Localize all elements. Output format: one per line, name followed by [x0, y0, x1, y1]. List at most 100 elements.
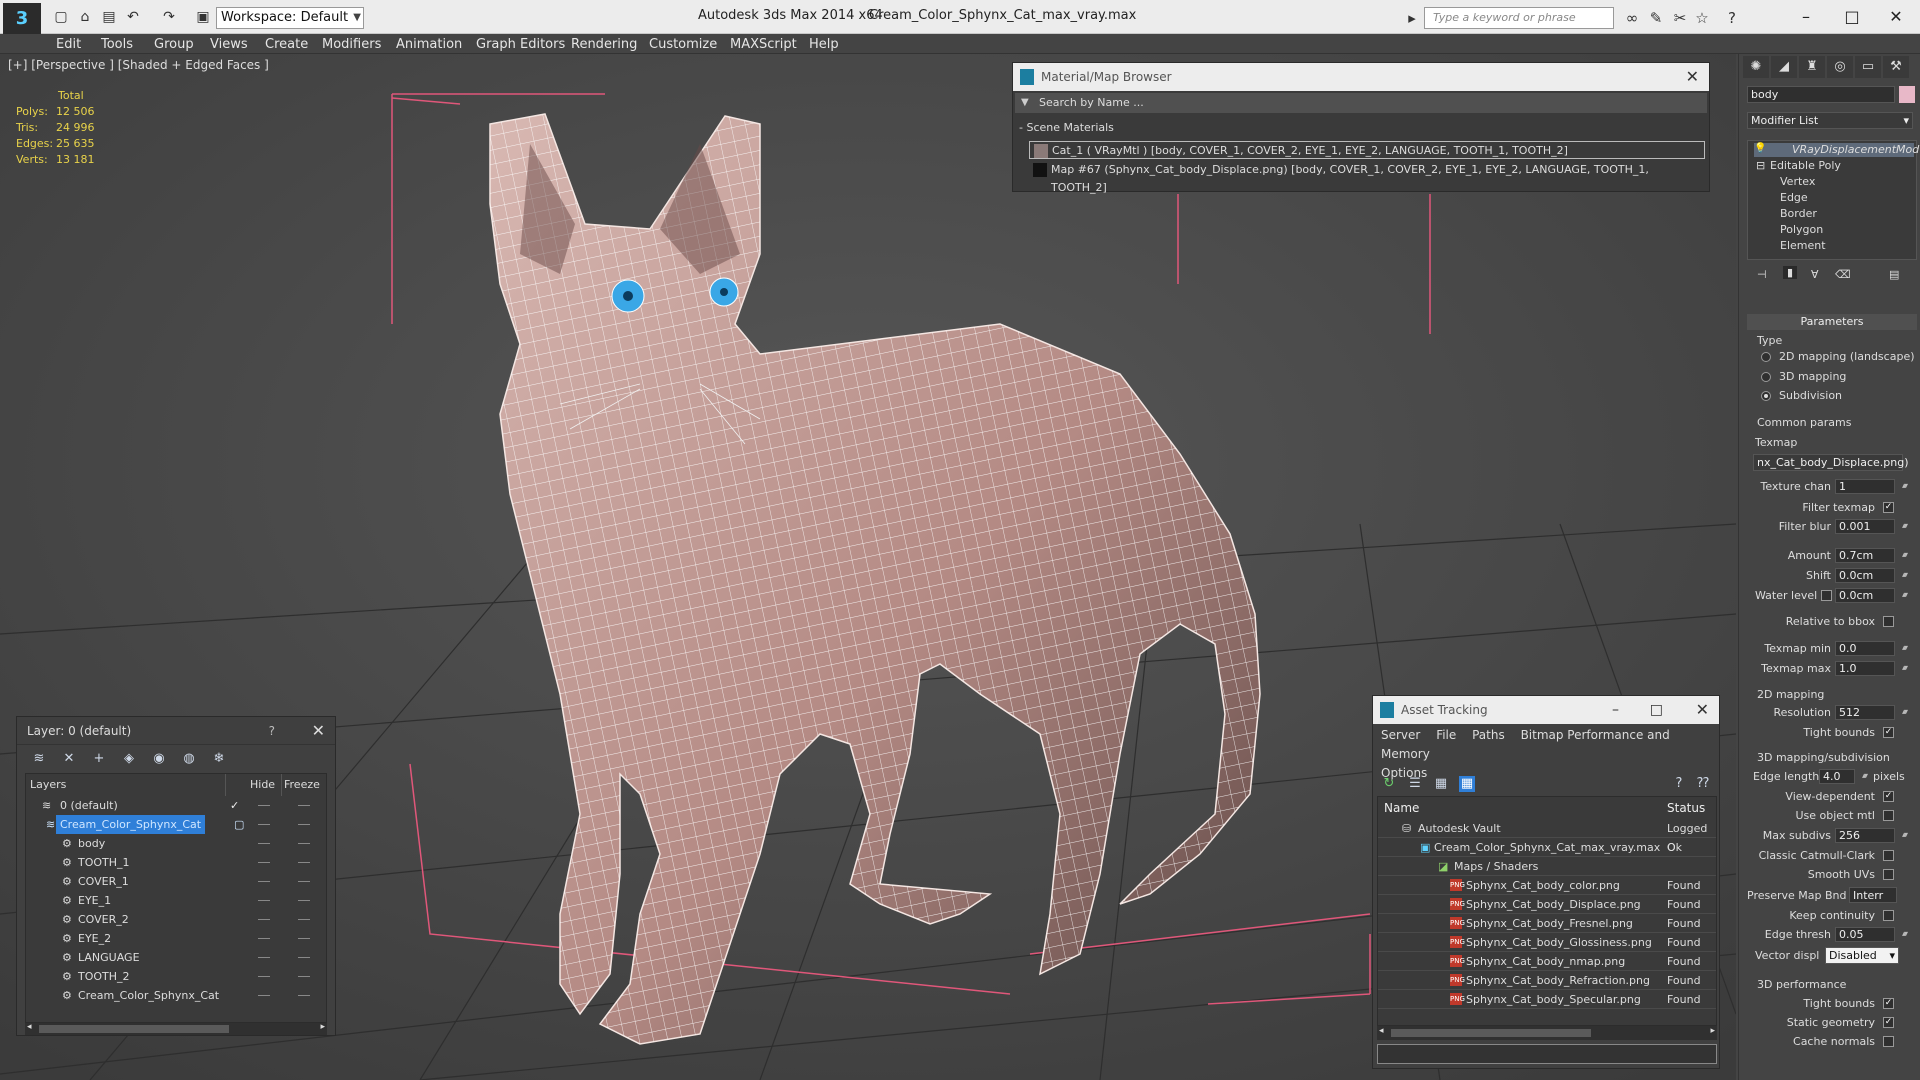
scroll-right-icon[interactable]: ▸: [320, 1022, 325, 1032]
show-end-result-icon[interactable]: ▮: [1783, 266, 1798, 279]
layer-row[interactable]: ⚙ body: [28, 834, 326, 853]
hide-toggle[interactable]: [258, 843, 270, 844]
scroll-left-icon[interactable]: ◂: [27, 1022, 32, 1032]
texmap-button[interactable]: nx_Cat_body_Displace.png): [1753, 454, 1909, 471]
close-icon[interactable]: ✕: [1686, 63, 1699, 91]
stack-item-polygon[interactable]: Polygon: [1780, 223, 1823, 236]
material-browser-titlebar[interactable]: Material/Map Browser ✕: [1013, 63, 1709, 91]
layer-row[interactable]: ⚙ Cream_Color_Sphynx_Cat: [28, 986, 326, 1005]
menu-rendering[interactable]: Rendering: [571, 37, 637, 52]
scene-materials-group[interactable]: - Scene Materials: [1019, 121, 1114, 134]
minimize-button[interactable]: –: [1612, 696, 1619, 724]
static-geometry-checkbox[interactable]: ✓: [1883, 1017, 1894, 1028]
water-level-spinner[interactable]: 0.0cm: [1835, 588, 1906, 603]
menu-modifiers[interactable]: Modifiers: [322, 37, 381, 52]
relative-bbox-checkbox[interactable]: [1883, 616, 1894, 627]
texture-chan-spinner[interactable]: 1: [1835, 479, 1906, 494]
freeze-all-icon[interactable]: ❄: [211, 751, 227, 767]
scrollbar-thumb[interactable]: [39, 1025, 229, 1033]
delete-layer-icon[interactable]: ✕: [61, 751, 77, 767]
workspace-dropdown[interactable]: Workspace: Default ▼: [216, 7, 364, 29]
stack-item-edge[interactable]: Edge: [1780, 191, 1808, 204]
texmap-min-spinner[interactable]: 0.0: [1835, 641, 1906, 656]
layer-row[interactable]: ≋ Cream_Color_Sphynx_Cat ▢: [28, 815, 326, 834]
freeze-toggle[interactable]: [298, 957, 310, 958]
menu-help[interactable]: Help: [809, 37, 839, 52]
tight-bounds-2-checkbox[interactable]: ✓: [1883, 998, 1894, 1009]
add-layer-icon[interactable]: +: [91, 751, 107, 767]
texmap-max-spinner[interactable]: 1.0: [1835, 661, 1906, 676]
close-icon[interactable]: ✕: [312, 717, 325, 745]
object-color-swatch[interactable]: [1899, 86, 1915, 103]
layer-row[interactable]: ⚙ EYE_1: [28, 891, 326, 910]
stack-item-vraydisplacementmod[interactable]: VRayDisplacementMod: [1754, 143, 1919, 157]
hide-toggle[interactable]: [258, 862, 270, 863]
cache-normals-checkbox[interactable]: [1883, 1036, 1894, 1047]
stack-item-vertex[interactable]: Vertex: [1780, 175, 1815, 188]
save-file-icon[interactable]: ▤: [100, 8, 118, 26]
binoculars-icon[interactable]: ∞: [1622, 8, 1642, 28]
refresh-icon[interactable]: ↻: [1381, 776, 1397, 792]
asset-row[interactable]: ◪ Maps / Shaders: [1378, 857, 1716, 876]
menu-tools[interactable]: Tools: [101, 37, 133, 52]
remove-modifier-icon[interactable]: ⌫: [1835, 268, 1851, 281]
vector-displ-dropdown[interactable]: Disabled ▾: [1825, 947, 1899, 964]
col-layers-header[interactable]: Layers: [30, 774, 226, 796]
open-file-icon[interactable]: ⌂: [76, 8, 94, 26]
layer-row[interactable]: ⚙ COVER_2: [28, 910, 326, 929]
menu-create[interactable]: Create: [265, 37, 308, 52]
filter-blur-spinner[interactable]: 0.001: [1835, 519, 1906, 534]
new-file-icon[interactable]: ▢: [52, 8, 70, 26]
material-list-item[interactable]: Cat_1 ( VRayMtl ) [body, COVER_1, COVER_…: [1029, 141, 1705, 159]
communication-icon[interactable]: ✎: [1646, 8, 1666, 28]
close-button[interactable]: ✕: [1874, 4, 1918, 30]
pin-stack-icon[interactable]: ⊣: [1757, 268, 1767, 281]
asset-row[interactable]: PNG Sphynx_Cat_body_nmap.png Found: [1378, 952, 1716, 971]
material-list-item[interactable]: Map #67 (Sphynx_Cat_body_Displace.png) […: [1029, 161, 1705, 194]
tight-bounds-checkbox[interactable]: ✓: [1883, 727, 1894, 738]
freeze-toggle[interactable]: [298, 843, 310, 844]
table-view-icon[interactable]: ▦: [1433, 776, 1449, 792]
layer-row[interactable]: ≋ 0 (default) ✓: [28, 796, 326, 815]
hide-toggle[interactable]: [258, 919, 270, 920]
freeze-toggle[interactable]: [298, 881, 310, 882]
help-icon[interactable]: ?: [1722, 8, 1742, 28]
list-view-icon[interactable]: ☰: [1407, 776, 1423, 792]
expand-icon[interactable]: ⊟: [1756, 159, 1765, 172]
maximize-button[interactable]: □: [1830, 4, 1874, 30]
make-unique-icon[interactable]: ∀: [1811, 268, 1819, 281]
col-hide-header[interactable]: Hide: [250, 774, 282, 796]
layer-row[interactable]: ⚙ LANGUAGE: [28, 948, 326, 967]
layer-row[interactable]: ⚙ TOOTH_2: [28, 967, 326, 986]
amount-spinner[interactable]: 0.7cm: [1835, 548, 1906, 563]
hide-toggle[interactable]: [258, 995, 270, 996]
layer-row[interactable]: ⚙ EYE_2: [28, 929, 326, 948]
asset-row[interactable]: PNG Sphynx_Cat_body_color.png Found: [1378, 876, 1716, 895]
maximize-button[interactable]: □: [1650, 696, 1663, 724]
undo-icon[interactable]: ↶: [124, 8, 142, 26]
scroll-left-icon[interactable]: ◂: [1379, 1026, 1384, 1036]
freeze-toggle[interactable]: [298, 976, 310, 977]
freeze-toggle[interactable]: [298, 805, 310, 806]
asset-row[interactable]: PNG Sphynx_Cat_body_Fresnel.png Found: [1378, 914, 1716, 933]
freeze-toggle[interactable]: [298, 919, 310, 920]
expand-arrow-icon[interactable]: ▸: [1402, 8, 1422, 28]
menu-customize[interactable]: Customize: [649, 37, 717, 52]
asset-row[interactable]: ⛁ Autodesk Vault Logged O: [1378, 819, 1716, 854]
classic-catmull-checkbox[interactable]: [1883, 850, 1894, 861]
hide-all-icon[interactable]: ◍: [181, 751, 197, 767]
search-input[interactable]: Type a keyword or phrase: [1424, 7, 1614, 29]
menu-animation[interactable]: Animation: [396, 37, 462, 52]
utilities-tab-icon[interactable]: ⚒: [1883, 56, 1909, 78]
keep-continuity-checkbox[interactable]: [1883, 910, 1894, 921]
motion-tab-icon[interactable]: ◎: [1827, 56, 1853, 78]
subscription-icon[interactable]: ✂: [1670, 8, 1690, 28]
asset-row[interactable]: PNG Sphynx_Cat_body_Displace.png Found: [1378, 895, 1716, 914]
hide-toggle[interactable]: [258, 881, 270, 882]
use-object-mtl-checkbox[interactable]: [1883, 810, 1894, 821]
edge-length-spinner[interactable]: 4.0: [1819, 769, 1866, 784]
help-icon[interactable]: ?: [269, 717, 275, 745]
asset-menu-paths[interactable]: Paths: [1472, 728, 1505, 742]
options-arrow-icon[interactable]: ▼: [1021, 93, 1029, 113]
layer-panel-titlebar[interactable]: Layer: 0 (default) ? ✕: [17, 717, 335, 745]
